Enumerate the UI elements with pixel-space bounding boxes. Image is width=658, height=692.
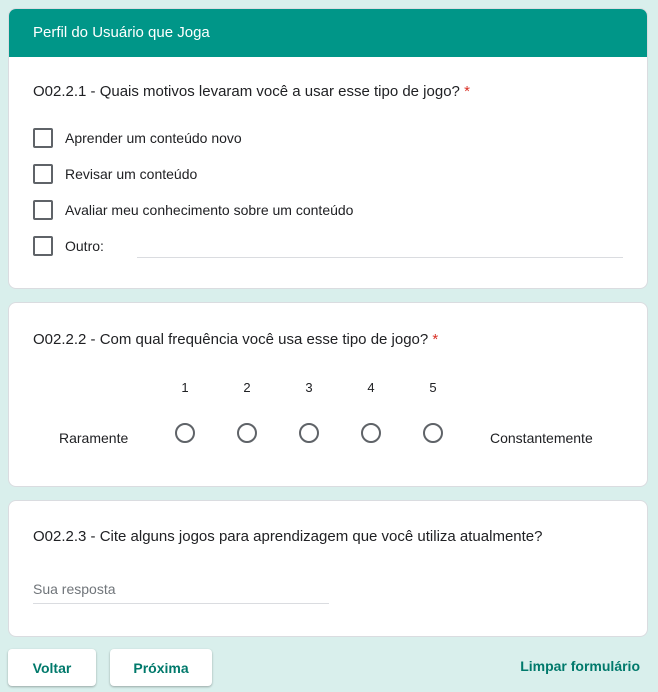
- question-title: O02.2.3 - Cite alguns jogos para aprendi…: [33, 528, 543, 545]
- next-button[interactable]: Próxima: [110, 649, 212, 686]
- scale-number: 2: [243, 380, 251, 395]
- radio-5[interactable]: [423, 423, 443, 443]
- checkbox[interactable]: [33, 164, 53, 184]
- section-title: Perfil do Usuário que Joga: [9, 9, 647, 57]
- checkbox-option-other[interactable]: Outro:: [33, 236, 104, 256]
- other-input[interactable]: [137, 257, 623, 258]
- back-button[interactable]: Voltar: [8, 649, 96, 686]
- scale-number: 3: [305, 380, 313, 395]
- answer-input[interactable]: Sua resposta: [33, 581, 329, 604]
- checkbox-option[interactable]: Aprender um conteúdo novo: [33, 128, 242, 148]
- scale-number: 4: [367, 380, 375, 395]
- checkbox[interactable]: [33, 236, 53, 256]
- scale-number: 5: [429, 380, 437, 395]
- question-card-3: O02.2.3 - Cite alguns jogos para aprendi…: [8, 500, 648, 637]
- radio-3[interactable]: [299, 423, 319, 443]
- question-card-1: Perfil do Usuário que Joga O02.2.1 - Qua…: [8, 8, 648, 289]
- question-card-2: O02.2.2 - Com qual frequência você usa e…: [8, 302, 648, 487]
- question-title: O02.2.1 - Quais motivos levaram você a u…: [33, 83, 470, 100]
- radio-4[interactable]: [361, 423, 381, 443]
- checkbox-option[interactable]: Revisar um conteúdo: [33, 164, 197, 184]
- radio-2[interactable]: [237, 423, 257, 443]
- scale-number: 1: [181, 380, 189, 395]
- checkbox[interactable]: [33, 128, 53, 148]
- checkbox[interactable]: [33, 200, 53, 220]
- radio-1[interactable]: [175, 423, 195, 443]
- checkbox-option[interactable]: Avaliar meu conhecimento sobre um conteú…: [33, 200, 353, 220]
- scale-max-label: Constantemente: [490, 430, 593, 446]
- clear-form-link[interactable]: Limpar formulário: [520, 658, 640, 674]
- question-title: O02.2.2 - Com qual frequência você usa e…: [33, 331, 439, 348]
- scale-min-label: Raramente: [59, 430, 129, 446]
